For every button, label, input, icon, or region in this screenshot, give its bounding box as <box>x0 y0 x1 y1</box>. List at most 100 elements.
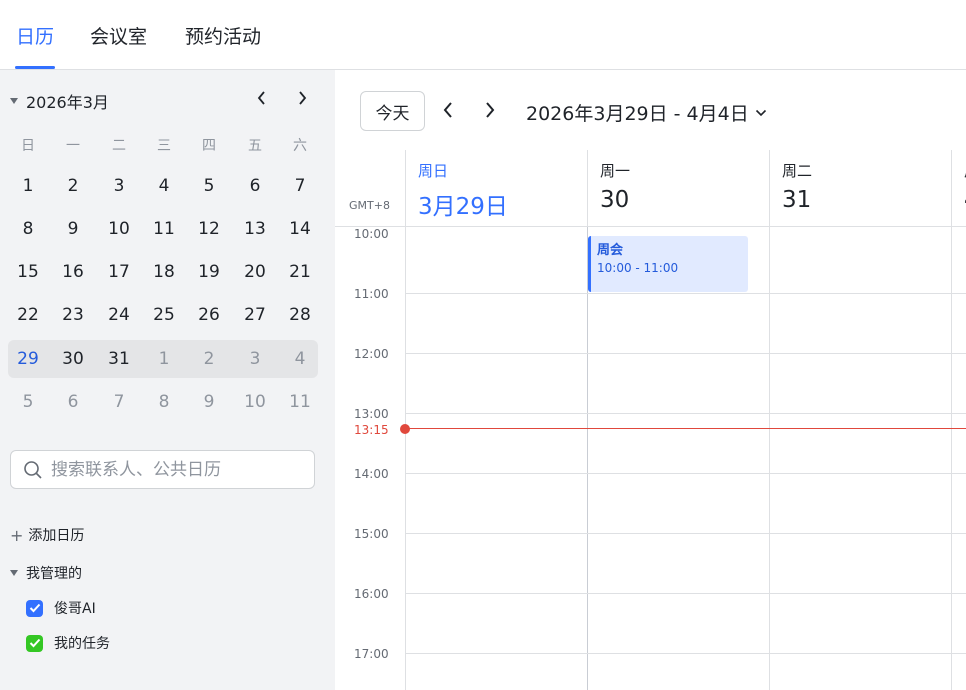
current-time-line <box>405 428 966 429</box>
chevron-left-icon <box>257 91 265 105</box>
calendar-item-label: 我的任务 <box>54 636 110 652</box>
chevron-right-icon <box>299 91 307 105</box>
mini-day[interactable]: 25 <box>144 298 184 332</box>
grid-column-line <box>951 227 952 690</box>
prev-week-button[interactable] <box>441 99 461 121</box>
next-week-button[interactable] <box>483 99 503 121</box>
mini-next-month-button[interactable] <box>292 90 312 111</box>
mini-day[interactable]: 24 <box>99 298 139 332</box>
mini-day[interactable]: 18 <box>144 255 184 289</box>
mini-day[interactable]: 10 <box>99 212 139 246</box>
tab-meeting-room[interactable]: 会议室 <box>90 22 147 49</box>
day-column-header[interactable]: 周日 3月29日 <box>405 150 587 227</box>
mini-day-today[interactable]: 29 <box>8 341 48 376</box>
weekday-label: 日 <box>21 138 35 154</box>
mini-day[interactable]: 8 <box>144 385 184 419</box>
mini-day[interactable]: 15 <box>8 255 48 289</box>
weekday-label: 四 <box>202 138 216 154</box>
mini-day[interactable]: 19 <box>189 255 229 289</box>
mini-day[interactable]: 8 <box>8 212 48 246</box>
day-date: 30 <box>600 187 630 213</box>
mini-day[interactable]: 13 <box>235 212 275 246</box>
hour-label: 17:00 <box>354 647 389 661</box>
mini-day[interactable]: 7 <box>99 385 139 419</box>
checkbox-checked-icon[interactable] <box>26 599 43 617</box>
calendar-item[interactable]: 俊哥AI <box>26 598 96 618</box>
mini-day[interactable]: 3 <box>99 169 139 203</box>
collapse-triangle-icon <box>10 570 18 576</box>
mini-day[interactable]: 2 <box>53 169 93 203</box>
mini-day[interactable]: 11 <box>280 385 320 419</box>
tab-calendar[interactable]: 日历 <box>16 22 54 49</box>
mini-day[interactable]: 17 <box>99 255 139 289</box>
managed-calendars-header[interactable]: 我管理的 <box>10 563 82 583</box>
event-card[interactable]: 周会 10:00 - 11:00 <box>588 236 748 292</box>
hour-label: 15:00 <box>354 527 389 541</box>
mini-day[interactable]: 23 <box>53 298 93 332</box>
checkbox-checked-icon[interactable] <box>26 634 43 652</box>
mini-day[interactable]: 27 <box>235 298 275 332</box>
mini-day[interactable]: 6 <box>235 169 275 203</box>
collapse-triangle-icon <box>10 98 18 104</box>
time-grid[interactable]: 10:00 11:00 12:00 13:00 14:00 15:00 16:0… <box>335 227 966 690</box>
tab-booking-events[interactable]: 预约活动 <box>185 22 261 49</box>
add-calendar-button[interactable]: + 添加日历 <box>10 525 84 545</box>
week-view: 今天 2026年3月29日 - 4月4日 GMT+8 周日 3月29日 周一 3… <box>335 70 966 690</box>
day-date: 3月29日 <box>418 194 508 220</box>
hour-line <box>405 413 966 414</box>
mini-day[interactable]: 22 <box>8 298 48 332</box>
mini-day[interactable]: 12 <box>189 212 229 246</box>
event-time: 10:00 - 11:00 <box>597 261 679 275</box>
calendar-item-label: 俊哥AI <box>54 601 96 617</box>
hour-line <box>405 473 966 474</box>
mini-day[interactable]: 5 <box>189 169 229 203</box>
add-calendar-label: 添加日历 <box>28 528 85 544</box>
mini-day[interactable]: 7 <box>280 169 320 203</box>
day-column-header[interactable]: 周一 30 <box>587 150 769 227</box>
date-range-label: 2026年3月29日 - 4月4日 <box>526 103 749 125</box>
mini-day[interactable]: 10 <box>235 385 275 419</box>
mini-day[interactable]: 1 <box>144 342 184 376</box>
mini-day[interactable]: 3 <box>235 342 275 376</box>
weekday-label: 二 <box>112 138 126 154</box>
search-input[interactable] <box>51 459 301 480</box>
current-time-label: 13:15 <box>354 423 389 437</box>
mini-day[interactable]: 5 <box>8 385 48 419</box>
hour-line <box>405 653 966 654</box>
mini-day[interactable]: 11 <box>144 212 184 246</box>
mini-prev-month-button[interactable] <box>252 90 272 111</box>
mini-day[interactable]: 9 <box>189 385 229 419</box>
mini-day[interactable]: 31 <box>99 342 139 376</box>
mini-day[interactable]: 9 <box>53 212 93 246</box>
timezone-label: GMT+8 <box>349 199 390 212</box>
grid-column-line <box>587 227 588 690</box>
mini-day[interactable]: 26 <box>189 298 229 332</box>
weekday-label: 六 <box>293 138 307 154</box>
calendar-item[interactable]: 我的任务 <box>26 633 110 653</box>
mini-day[interactable]: 4 <box>280 342 320 376</box>
grid-column-line <box>405 227 406 690</box>
mini-day[interactable]: 16 <box>53 255 93 289</box>
plus-icon: + <box>10 525 24 545</box>
sidebar: 2026年3月 日 一 二 三 四 五 六 1 2 3 4 5 6 7 8 9 … <box>0 70 335 690</box>
contact-search-box[interactable] <box>10 450 315 489</box>
day-column-header[interactable]: 周二 31 <box>769 150 951 227</box>
day-column-header[interactable]: 周 4 <box>951 150 966 227</box>
mini-day[interactable]: 6 <box>53 385 93 419</box>
today-button[interactable]: 今天 <box>360 91 425 131</box>
managed-calendars-title: 我管理的 <box>26 566 82 582</box>
mini-day[interactable]: 1 <box>8 169 48 203</box>
mini-day[interactable]: 14 <box>280 212 320 246</box>
mini-day[interactable]: 28 <box>280 298 320 332</box>
weekday-label: 五 <box>248 138 262 154</box>
mini-day[interactable]: 21 <box>280 255 320 289</box>
event-title: 周会 <box>597 243 624 258</box>
mini-day[interactable]: 4 <box>144 169 184 203</box>
hour-line <box>405 533 966 534</box>
mini-calendar-header[interactable]: 2026年3月 <box>10 89 109 113</box>
mini-day[interactable]: 30 <box>53 342 93 376</box>
mini-day[interactable]: 2 <box>189 342 229 376</box>
date-range-selector[interactable]: 2026年3月29日 - 4月4日 <box>526 99 767 126</box>
search-icon <box>24 460 42 479</box>
mini-day[interactable]: 20 <box>235 255 275 289</box>
